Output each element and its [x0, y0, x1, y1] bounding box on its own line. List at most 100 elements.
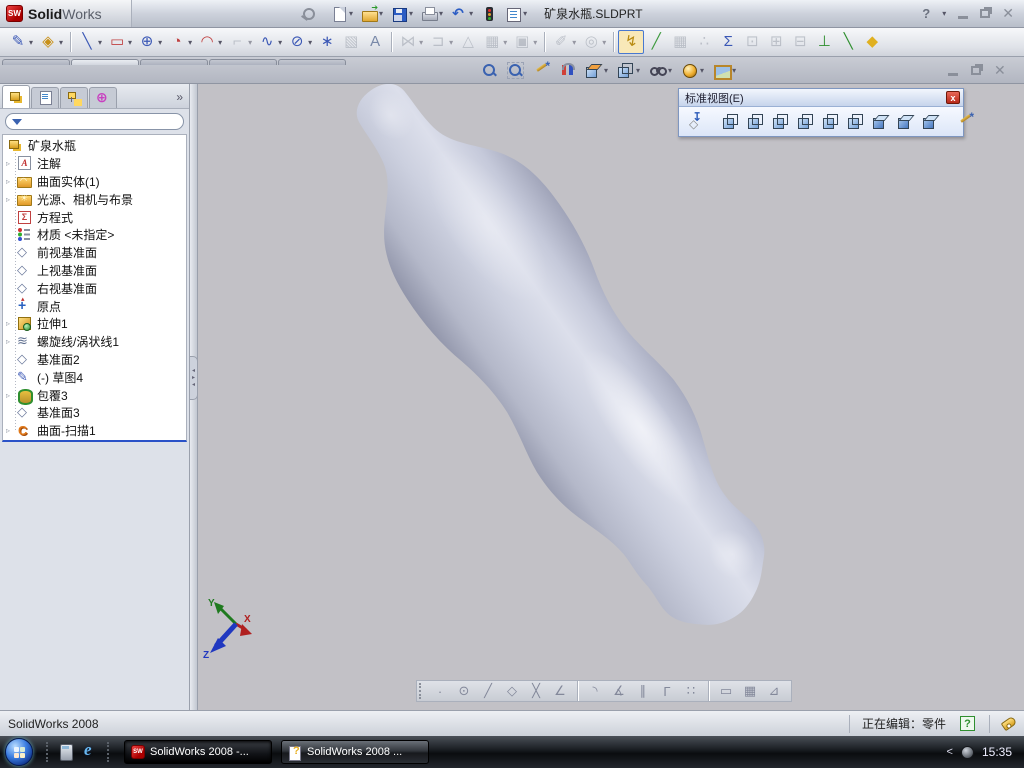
- back-view-icon[interactable]: [744, 111, 767, 132]
- mirror-button[interactable]: ⋈ ▾: [396, 30, 426, 54]
- scene-icon[interactable]: ▾: [710, 59, 739, 81]
- snap-grid-icon[interactable]: ▦: [739, 681, 761, 701]
- dropdown-caret[interactable]: ▾: [248, 38, 252, 47]
- open-button[interactable]: ▾: [358, 3, 386, 24]
- standard-views-titlebar[interactable]: 标准视图(E) x: [679, 89, 963, 107]
- configuration-manager-tab[interactable]: [60, 87, 88, 108]
- expand-caret[interactable]: ▹: [6, 426, 16, 435]
- tree-root-part[interactable]: ▹ 矿泉水瓶: [3, 137, 186, 155]
- task-solidworks-help[interactable]: SolidWorks 2008 ...: [281, 740, 429, 764]
- sketch-points-button[interactable]: ∴: [692, 30, 716, 54]
- appearance-icon[interactable]: ▾: [678, 59, 707, 81]
- help-caret[interactable]: ▾: [942, 9, 946, 18]
- dropdown-caret[interactable]: ▾: [59, 38, 63, 47]
- circle-button[interactable]: ◔ ▾: [165, 30, 195, 54]
- new-button[interactable]: ▾: [328, 4, 356, 24]
- tree-item-plane3[interactable]: ▹ 基准面3: [3, 404, 186, 422]
- doc-minimize-button[interactable]: [948, 73, 958, 76]
- explode-blocks-button[interactable]: ⊟: [788, 30, 812, 54]
- tree-item-equations[interactable]: ▹ 方程式: [3, 208, 186, 226]
- tree-item-helix1[interactable]: ▹ 螺旋线/涡状线1: [3, 333, 186, 351]
- tree-item-extrude1[interactable]: ▹ 拉伸1: [3, 315, 186, 333]
- hidden-lines-icon[interactable]: ▾: [646, 59, 675, 81]
- quicklaunch-app-icon[interactable]: [57, 743, 75, 761]
- dropdown-caret[interactable]: ▾: [523, 9, 527, 18]
- print-button[interactable]: ▾: [418, 4, 446, 24]
- snap-point-icon[interactable]: ·: [429, 682, 451, 701]
- reference-axes-button[interactable]: ⊥: [812, 30, 836, 54]
- zoom-fit-icon[interactable]: [478, 59, 501, 81]
- task-solidworks-main[interactable]: SW SolidWorks 2008 -...: [124, 740, 272, 764]
- expand-caret[interactable]: ▹: [6, 159, 16, 168]
- dropdown-caret[interactable]: ▾: [604, 66, 608, 75]
- tree-item-material[interactable]: ▹ 材质 <未指定>: [3, 226, 186, 244]
- undo-button[interactable]: ▾: [448, 4, 476, 24]
- tags-icon[interactable]: [1000, 715, 1018, 732]
- help-button[interactable]: ?: [922, 6, 930, 21]
- quick-tips-icon[interactable]: ?: [960, 716, 975, 731]
- internet-explorer-icon[interactable]: [81, 740, 99, 761]
- construction-geometry-button[interactable]: ╱: [644, 30, 668, 54]
- snap-angle-icon[interactable]: ∠: [549, 681, 571, 701]
- tab-surfaces[interactable]: [140, 59, 208, 65]
- filter-box[interactable]: [5, 113, 184, 130]
- graphics-viewport[interactable]: 标准视图(E) x Y X Z: [198, 84, 1024, 710]
- start-button[interactable]: [5, 738, 33, 766]
- doc-close-button[interactable]: ✕: [994, 62, 1006, 79]
- tab-features[interactable]: [2, 59, 70, 65]
- snap-slot-icon[interactable]: ▭: [715, 681, 737, 701]
- dropdown-caret[interactable]: ▾: [218, 38, 222, 47]
- volume-icon[interactable]: [960, 745, 974, 759]
- minimize-button[interactable]: [958, 16, 969, 19]
- circular-pattern-button[interactable]: ◎ ▾: [579, 30, 609, 54]
- spline-button[interactable]: ∿ ▾: [255, 30, 285, 54]
- tree-item-wrap3[interactable]: ▹ 包覆3: [3, 386, 186, 405]
- pushpin-icon[interactable]: [300, 6, 316, 22]
- menu-file[interactable]: [142, 11, 160, 17]
- dropdown-caret[interactable]: ▾: [732, 66, 736, 75]
- view-selector-icon[interactable]: [954, 110, 977, 132]
- linear-pattern-button[interactable]: ▦ ▾: [480, 30, 510, 54]
- dropdown-caret[interactable]: ▾: [449, 38, 453, 47]
- dropdown-caret[interactable]: ▾: [188, 38, 192, 47]
- section-tool-icon[interactable]: [556, 59, 579, 81]
- modify-sketch-button[interactable]: ✐ ▾: [549, 30, 579, 54]
- tray-chevron[interactable]: <: [947, 746, 953, 758]
- tab-evaluate[interactable]: [209, 59, 277, 65]
- filter-input[interactable]: [26, 115, 177, 128]
- options-button[interactable]: ▾: [502, 4, 530, 24]
- tree-item-plane2[interactable]: ▹ 基准面2: [3, 351, 186, 369]
- doc-restore-button[interactable]: [971, 66, 981, 75]
- normal-to-icon[interactable]: [684, 110, 707, 132]
- dropdown-caret[interactable]: ▾: [379, 9, 383, 18]
- text-button[interactable]: A: [363, 30, 387, 54]
- equations-button[interactable]: Σ: [716, 30, 740, 54]
- feature-manager-tab[interactable]: [2, 85, 30, 108]
- menu-insert[interactable]: [208, 11, 226, 17]
- tree-item-origin[interactable]: ▹ 原点: [3, 295, 186, 315]
- save-button[interactable]: ▾: [388, 4, 416, 24]
- dimetric-view-icon[interactable]: [919, 111, 942, 132]
- bottle-model[interactable]: [198, 84, 1024, 710]
- rapid-sketch-button[interactable]: ↯: [618, 30, 645, 54]
- rebuild-button[interactable]: [478, 4, 500, 24]
- tree-item-annotations[interactable]: ▹ 注解: [3, 155, 186, 173]
- view-orientation-wand-icon[interactable]: [530, 59, 553, 81]
- dropdown-caret[interactable]: ▾: [668, 66, 672, 75]
- smart-dimension-button[interactable]: ◈ ▾: [36, 30, 66, 54]
- rectangle-button[interactable]: ▭ ▾: [105, 30, 135, 54]
- offset-button[interactable]: ⊐ ▾: [426, 30, 456, 54]
- move-entities-button[interactable]: ▣ ▾: [510, 30, 540, 54]
- dropdown-caret[interactable]: ▾: [533, 38, 537, 47]
- snap-tangent-icon[interactable]: ◝: [584, 681, 606, 701]
- tree-item-right-plane[interactable]: ▹ 右视基准面: [3, 279, 186, 297]
- dropdown-caret[interactable]: ▾: [278, 38, 282, 47]
- dimxpert-manager-tab[interactable]: [89, 87, 117, 108]
- dropdown-caret[interactable]: ▾: [636, 66, 640, 75]
- plane-button[interactable]: ◆: [860, 30, 884, 54]
- dropdown-caret[interactable]: ▾: [572, 38, 576, 47]
- dropdown-caret[interactable]: ▾: [29, 38, 33, 47]
- right-view-icon[interactable]: [794, 111, 817, 132]
- fillet-button[interactable]: ⌐ ▾: [225, 30, 255, 54]
- dropdown-caret[interactable]: ▾: [308, 38, 312, 47]
